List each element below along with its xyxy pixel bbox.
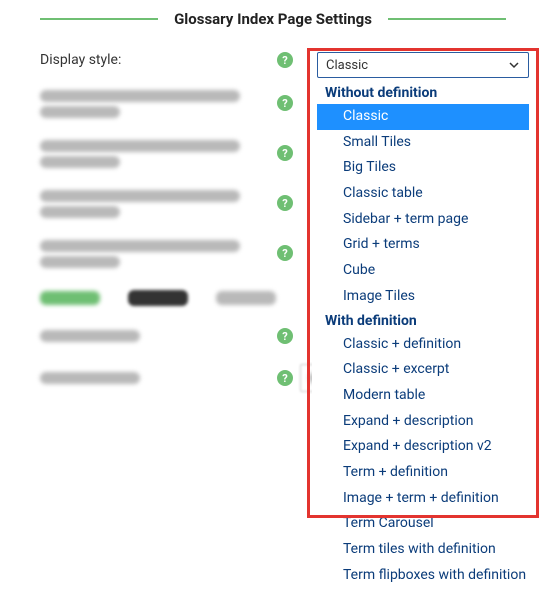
dropdown-option[interactable]: Term tiles with definition bbox=[317, 537, 529, 563]
help-icon[interactable]: ? bbox=[277, 370, 293, 386]
dropdown-option[interactable]: Term flipboxes with definition bbox=[317, 563, 529, 589]
blurred-tab-active bbox=[128, 290, 188, 306]
blurred-label bbox=[40, 371, 200, 385]
dropdown-option[interactable]: Image Tiles bbox=[317, 284, 529, 310]
blurred-label bbox=[40, 238, 240, 268]
dropdown-option[interactable]: Cube bbox=[317, 258, 529, 284]
dropdown-group-label: Without definition bbox=[317, 82, 529, 104]
dropdown-option[interactable]: Image + term + definition bbox=[317, 486, 529, 512]
help-icon[interactable]: ? bbox=[277, 195, 293, 211]
section-title: Glossary Index Page Settings bbox=[174, 10, 372, 28]
help-icon[interactable]: ? bbox=[277, 245, 293, 261]
display-style-select-value: Classic bbox=[326, 58, 368, 73]
help-icon[interactable]: ? bbox=[277, 145, 293, 161]
dropdown-option[interactable]: Expand + description bbox=[317, 409, 529, 435]
dropdown-option[interactable]: Expand + description v2 bbox=[317, 434, 529, 460]
dropdown-option[interactable]: Classic bbox=[317, 104, 529, 130]
dropdown-option[interactable]: Term Carousel bbox=[317, 511, 529, 537]
dropdown-option[interactable]: Classic + definition bbox=[317, 332, 529, 358]
help-icon[interactable]: ? bbox=[277, 328, 293, 344]
label-display-style: Display style: bbox=[40, 52, 121, 68]
blurred-tab bbox=[40, 291, 100, 305]
blurred-label bbox=[40, 188, 240, 218]
dropdown-option[interactable]: Term + definition bbox=[317, 460, 529, 486]
dropdown-option[interactable]: Classic table bbox=[317, 181, 529, 207]
help-icon[interactable]: ? bbox=[277, 95, 293, 111]
dropdown-option[interactable]: Classic + excerpt bbox=[317, 357, 529, 383]
display-style-dropdown: Classic Without definitionClassicSmall T… bbox=[312, 48, 534, 594]
chevron-down-icon bbox=[508, 59, 520, 71]
dropdown-option[interactable]: Grid + terms bbox=[317, 232, 529, 258]
dropdown-list: Without definitionClassicSmall TilesBig … bbox=[312, 80, 534, 594]
divider-right bbox=[388, 18, 506, 20]
help-icon[interactable]: ? bbox=[277, 52, 293, 68]
blurred-label bbox=[40, 138, 240, 168]
dropdown-option[interactable]: Sidebar + term page bbox=[317, 207, 529, 233]
dropdown-option[interactable]: Modern table bbox=[317, 383, 529, 409]
section-header: Glossary Index Page Settings bbox=[0, 0, 546, 42]
dropdown-option[interactable]: Small Tiles bbox=[317, 130, 529, 156]
divider-left bbox=[40, 18, 158, 20]
blurred-tab bbox=[216, 291, 276, 305]
blurred-label bbox=[40, 88, 240, 118]
dropdown-option[interactable]: Big Tiles bbox=[317, 155, 529, 181]
display-style-select[interactable]: Classic bbox=[317, 52, 529, 78]
dropdown-group-label: With definition bbox=[317, 310, 529, 332]
blurred-label bbox=[40, 329, 200, 343]
